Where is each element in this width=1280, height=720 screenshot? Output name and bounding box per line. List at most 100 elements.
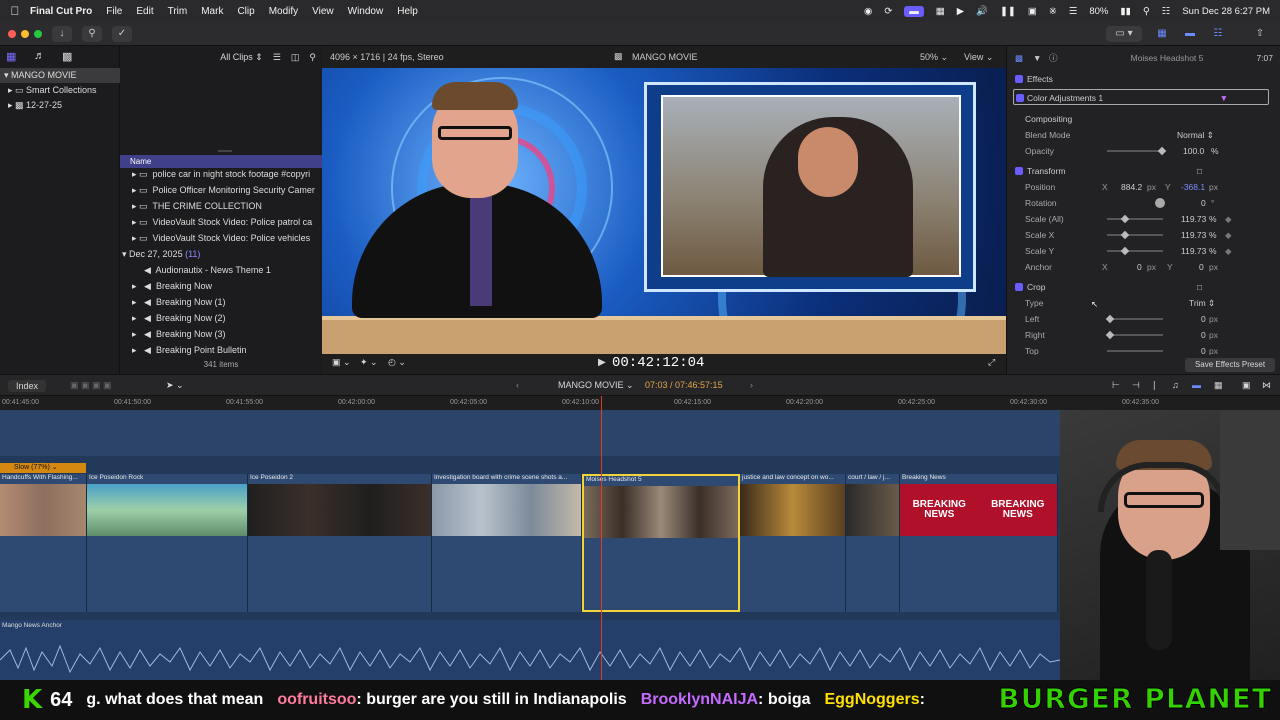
keyframe-icon[interactable]: ◆	[1225, 211, 1232, 227]
library-mango-movie[interactable]: ▾ MANGO MOVIE	[0, 68, 120, 83]
list-item[interactable]: ▸ ◀ Breaking Now (1)	[120, 294, 322, 310]
video-inspector-icon[interactable]: ▩	[1015, 50, 1023, 66]
clip-appearance-icon[interactable]: ◫	[291, 52, 300, 63]
control-center-icon[interactable]: ☷	[1162, 6, 1171, 17]
connect-clip-icon[interactable]: ▣ ▣ ▣ ▣	[70, 380, 112, 391]
pane-divider-handle[interactable]	[218, 150, 232, 152]
info-icon[interactable]: ⓘ	[1049, 50, 1058, 66]
list-item[interactable]: ▸ ▭ THE CRIME COLLECTION	[120, 198, 322, 214]
menu-modify[interactable]: Modify	[269, 6, 298, 17]
color-wheel-icon[interactable]: ▼	[1220, 90, 1228, 106]
titles-generators-icon[interactable]: ▩	[62, 50, 72, 63]
opacity-slider-knob[interactable]	[1157, 146, 1167, 156]
apple-menu-icon[interactable]: 	[0, 4, 30, 18]
library-smart-collections[interactable]: ▸ ▭ Smart Collections	[0, 83, 120, 98]
scale-all-value[interactable]: 119.73	[1181, 211, 1206, 227]
blend-mode-dropdown[interactable]: Normal ⇕	[1177, 127, 1214, 143]
zoom-out-icon[interactable]: ⊢	[1112, 380, 1120, 391]
speed-tool-icon[interactable]: ◴ ⌄	[388, 357, 406, 368]
enhance-tool-icon[interactable]: ✦ ⌄	[360, 357, 378, 368]
timeline-clip-selected[interactable]: Moises Headshot 5	[582, 474, 740, 612]
minimize-window-button[interactable]	[21, 30, 29, 38]
rotation-dial[interactable]	[1155, 198, 1165, 208]
sync-icon[interactable]: ⟳	[884, 6, 892, 17]
clip-filter-dropdown[interactable]: All Clips ⇕	[220, 52, 263, 63]
list-item[interactable]: ▸ ▭ police car in night stock footage #c…	[120, 166, 322, 182]
skimming-icon[interactable]: ∣	[1152, 380, 1157, 391]
clock[interactable]: Sun Dec 28 6:27 PM	[1182, 6, 1270, 17]
effects-checkbox[interactable]	[1015, 75, 1023, 83]
zoom-window-button[interactable]	[34, 30, 42, 38]
timeline-project-dropdown[interactable]: MANGO MOVIE ⌄	[558, 380, 634, 391]
grid-icon[interactable]: ▦	[936, 6, 945, 17]
transform-section[interactable]: Transform □	[1007, 163, 1280, 179]
video-frame[interactable]	[322, 68, 1006, 354]
battery-icon[interactable]: ▮▮	[1120, 6, 1130, 17]
workspace-layout-icon[interactable]: ▭ ▾	[1106, 26, 1142, 42]
anchor-y-value[interactable]: 0	[1199, 259, 1204, 275]
scale-x-knob[interactable]	[1120, 230, 1130, 240]
scale-y-slider[interactable]	[1107, 250, 1163, 252]
date-group-row[interactable]: ▾ Dec 27, 2025 (11)	[120, 246, 322, 262]
playhead[interactable]	[601, 396, 602, 680]
scale-all-knob[interactable]	[1120, 214, 1130, 224]
crop-left-knob[interactable]	[1105, 314, 1115, 324]
menu-clip[interactable]: Clip	[237, 6, 254, 17]
select-tool-icon[interactable]: ➤ ⌄	[166, 380, 184, 391]
display-icon[interactable]: ▣	[1028, 6, 1037, 17]
list-item[interactable]: ▸ ▭ VideoVault Stock Video: Police vehic…	[120, 230, 322, 246]
play-icon[interactable]: ▶	[957, 6, 964, 17]
browser-toggle-icon[interactable]: ▦	[1152, 26, 1172, 42]
crop-top-slider[interactable]	[1107, 350, 1163, 352]
bluetooth-icon[interactable]: ※	[1049, 6, 1057, 17]
close-window-button[interactable]	[8, 30, 16, 38]
view-dropdown[interactable]: View ⌄	[964, 52, 993, 63]
transform-checkbox[interactable]	[1015, 167, 1023, 175]
list-item[interactable]: ▸ ◀ Breaking Now	[120, 278, 322, 294]
timeline-clip[interactable]: Ice Poseidon 2	[248, 474, 432, 612]
scale-x-value[interactable]: 119.73	[1181, 227, 1206, 243]
color-adjustments-row[interactable]: Color Adjustments 1 ▼	[1013, 89, 1269, 105]
crop-onscreen-icon[interactable]: □	[1197, 279, 1202, 295]
anchor-x-value[interactable]: 0	[1137, 259, 1142, 275]
scale-y-value[interactable]: 119.73	[1181, 243, 1206, 259]
scale-y-knob[interactable]	[1120, 246, 1130, 256]
list-item[interactable]: ▸ ▭ Police Officer Monitoring Security C…	[120, 182, 322, 198]
list-item[interactable]: ▸ ◀ Breaking Point Bulletin	[120, 342, 322, 358]
timeline-clip[interactable]: Ice Poseidon Rock	[87, 474, 248, 612]
search-icon[interactable]: ⚲	[309, 52, 316, 63]
zoom-in-icon[interactable]: ⊣	[1132, 380, 1140, 391]
effects-section[interactable]: Effects	[1007, 71, 1280, 87]
library-event-12-27-25[interactable]: ▸ ▩ 12-27-25	[0, 98, 120, 113]
position-y-value[interactable]: -368.1	[1181, 179, 1205, 195]
snapping-icon[interactable]: ▦	[1214, 380, 1223, 391]
inspector-toggle-icon[interactable]: ☷	[1208, 26, 1228, 42]
crop-left-slider[interactable]	[1107, 318, 1163, 320]
opacity-slider[interactable]	[1107, 150, 1163, 152]
index-button[interactable]: Index	[8, 380, 47, 392]
history-back-icon[interactable]: ‹	[516, 380, 519, 390]
screen-share-icon[interactable]: ▬	[904, 5, 924, 17]
menu-edit[interactable]: Edit	[136, 6, 153, 17]
crop-checkbox[interactable]	[1015, 283, 1023, 291]
wifi-icon[interactable]: ☰	[1069, 6, 1078, 17]
retime-bar[interactable]: Slow (77%) ⌄	[0, 463, 86, 473]
transform-onscreen-icon[interactable]: □	[1197, 163, 1202, 179]
scale-all-slider[interactable]	[1107, 218, 1163, 220]
pause-icon[interactable]: ❚❚	[1000, 6, 1016, 17]
play-button[interactable]: ▶	[598, 357, 606, 368]
audio-skimming-icon[interactable]: ♫	[1172, 380, 1179, 390]
rotation-value[interactable]: 0	[1201, 195, 1206, 211]
save-effects-preset-button[interactable]: Save Effects Preset	[1185, 358, 1275, 372]
opacity-value[interactable]: 100.0	[1183, 143, 1204, 159]
background-tasks-icon[interactable]: ✓	[112, 26, 132, 42]
list-item[interactable]: ▸ ◀ Breaking Now (2)	[120, 310, 322, 326]
crop-section[interactable]: Crop □	[1007, 279, 1280, 295]
zoom-dropdown[interactable]: 50% ⌄	[920, 52, 948, 63]
fullscreen-icon[interactable]: ⤢	[988, 357, 995, 368]
timeline-toggle-icon[interactable]: ▬	[1180, 26, 1200, 42]
app-menu[interactable]: Final Cut Pro	[30, 6, 92, 17]
scale-x-slider[interactable]	[1107, 234, 1163, 236]
share-icon[interactable]: ⇧	[1250, 26, 1270, 42]
timeline-clip[interactable]: Handcuffs With Flashing...	[0, 474, 87, 612]
